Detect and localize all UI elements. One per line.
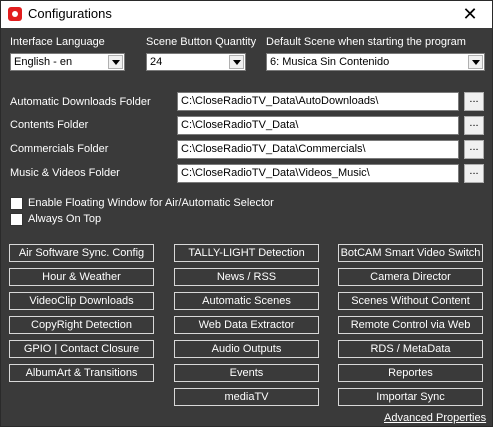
tally-light-detection-button[interactable]: TALLY-LIGHT Detection: [174, 244, 319, 262]
interface-language-select[interactable]: English - en: [10, 53, 125, 71]
importar-sync-button[interactable]: Importar Sync: [338, 388, 483, 406]
configurations-window: Configurations ✕ Interface Language Engl…: [0, 0, 493, 427]
chevron-down-icon[interactable]: [229, 55, 244, 69]
window-title: Configurations: [28, 6, 112, 21]
copyright-detection-button[interactable]: CopyRight Detection: [9, 316, 154, 334]
albumart-transitions-button[interactable]: AlbumArt & Transitions: [9, 364, 154, 382]
music-videos-folder-field[interactable]: C:\CloseRadioTV_Data\Videos_Music\: [177, 164, 459, 183]
scene-quantity-label: Scene Button Quantity: [146, 36, 257, 48]
default-scene-label: Default Scene when starting the program: [266, 36, 466, 48]
interface-language-label: Interface Language: [10, 36, 105, 48]
scene-quantity-select[interactable]: 24: [146, 53, 246, 71]
videoclip-downloads-button[interactable]: VideoClip Downloads: [9, 292, 154, 310]
gpio-contact-closure-button[interactable]: GPIO | Contact Closure: [9, 340, 154, 358]
app-icon: [8, 7, 22, 21]
music-videos-browse-button[interactable]: ...: [464, 164, 484, 183]
default-scene-value: 6: Musica Sin Contenido: [270, 56, 390, 68]
camera-director-button[interactable]: Camera Director: [338, 268, 483, 286]
auto-downloads-browse-button[interactable]: ...: [464, 92, 484, 111]
web-data-extractor-button[interactable]: Web Data Extractor: [174, 316, 319, 334]
news-rss-button[interactable]: News / RSS: [174, 268, 319, 286]
floating-window-checkbox[interactable]: [10, 197, 23, 210]
commercials-folder-field[interactable]: C:\CloseRadioTV_Data\Commercials\: [177, 140, 459, 159]
commercials-browse-button[interactable]: ...: [464, 140, 484, 159]
scene-quantity-value: 24: [150, 56, 163, 68]
commercials-folder-label: Commercials Folder: [10, 143, 109, 155]
automatic-scenes-button[interactable]: Automatic Scenes: [174, 292, 319, 310]
chevron-down-icon[interactable]: [468, 55, 483, 69]
audio-outputs-button[interactable]: Audio Outputs: [174, 340, 319, 358]
reportes-button[interactable]: Reportes: [338, 364, 483, 382]
music-videos-folder-label: Music & Videos Folder: [10, 167, 120, 179]
contents-browse-button[interactable]: ...: [464, 116, 484, 135]
auto-downloads-folder-field[interactable]: C:\CloseRadioTV_Data\AutoDownloads\: [177, 92, 459, 111]
botcam-smart-video-switch-button[interactable]: BotCAM Smart Video Switch: [338, 244, 483, 262]
contents-folder-label: Contents Folder: [10, 119, 89, 131]
hour-weather-button[interactable]: Hour & Weather: [9, 268, 154, 286]
interface-language-value: English - en: [14, 56, 73, 68]
air-software-sync-button[interactable]: Air Software Sync. Config: [9, 244, 154, 262]
advanced-properties-link[interactable]: Advanced Properties: [384, 412, 486, 424]
scenes-without-content-button[interactable]: Scenes Without Content: [338, 292, 483, 310]
remote-control-web-button[interactable]: Remote Control via Web: [338, 316, 483, 334]
mediatv-button[interactable]: mediaTV: [174, 388, 319, 406]
events-button[interactable]: Events: [174, 364, 319, 382]
default-scene-select[interactable]: 6: Musica Sin Contenido: [266, 53, 485, 71]
auto-downloads-folder-label: Automatic Downloads Folder: [10, 96, 151, 108]
rds-metadata-button[interactable]: RDS / MetaData: [338, 340, 483, 358]
floating-window-label: Enable Floating Window for Air/Automatic…: [28, 197, 274, 209]
always-on-top-checkbox[interactable]: [10, 213, 23, 226]
chevron-down-icon[interactable]: [108, 55, 123, 69]
always-on-top-label: Always On Top: [28, 213, 102, 225]
close-button[interactable]: ✕: [448, 1, 492, 28]
title-bar[interactable]: Configurations ✕: [1, 1, 492, 28]
contents-folder-field[interactable]: C:\CloseRadioTV_Data\: [177, 116, 459, 135]
